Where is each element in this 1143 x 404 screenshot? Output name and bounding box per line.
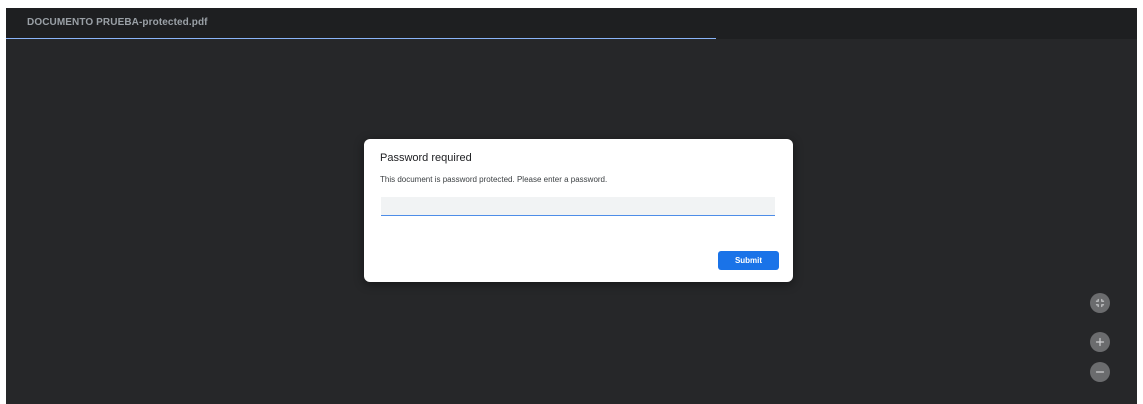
title-bar: DOCUMENTO PRUEBA-protected.pdf <box>6 8 1137 39</box>
pdf-viewer-window: DOCUMENTO PRUEBA-protected.pdf Password … <box>6 8 1137 404</box>
zoom-out-icon <box>1095 371 1105 373</box>
submit-button[interactable]: Submit <box>718 251 779 270</box>
dialog-message: This document is password protected. Ple… <box>380 175 608 184</box>
zoom-in-icon <box>1095 337 1105 347</box>
fit-to-page-icon <box>1095 298 1105 308</box>
password-dialog: Password required This document is passw… <box>364 139 793 282</box>
file-tab[interactable]: DOCUMENTO PRUEBA-protected.pdf <box>6 8 716 39</box>
zoom-in-button[interactable] <box>1090 332 1110 352</box>
zoom-out-button[interactable] <box>1090 362 1110 382</box>
dialog-title: Password required <box>380 152 472 164</box>
fit-to-page-button[interactable] <box>1090 293 1110 313</box>
file-name: DOCUMENTO PRUEBA-protected.pdf <box>27 17 208 28</box>
password-input[interactable] <box>381 197 775 216</box>
